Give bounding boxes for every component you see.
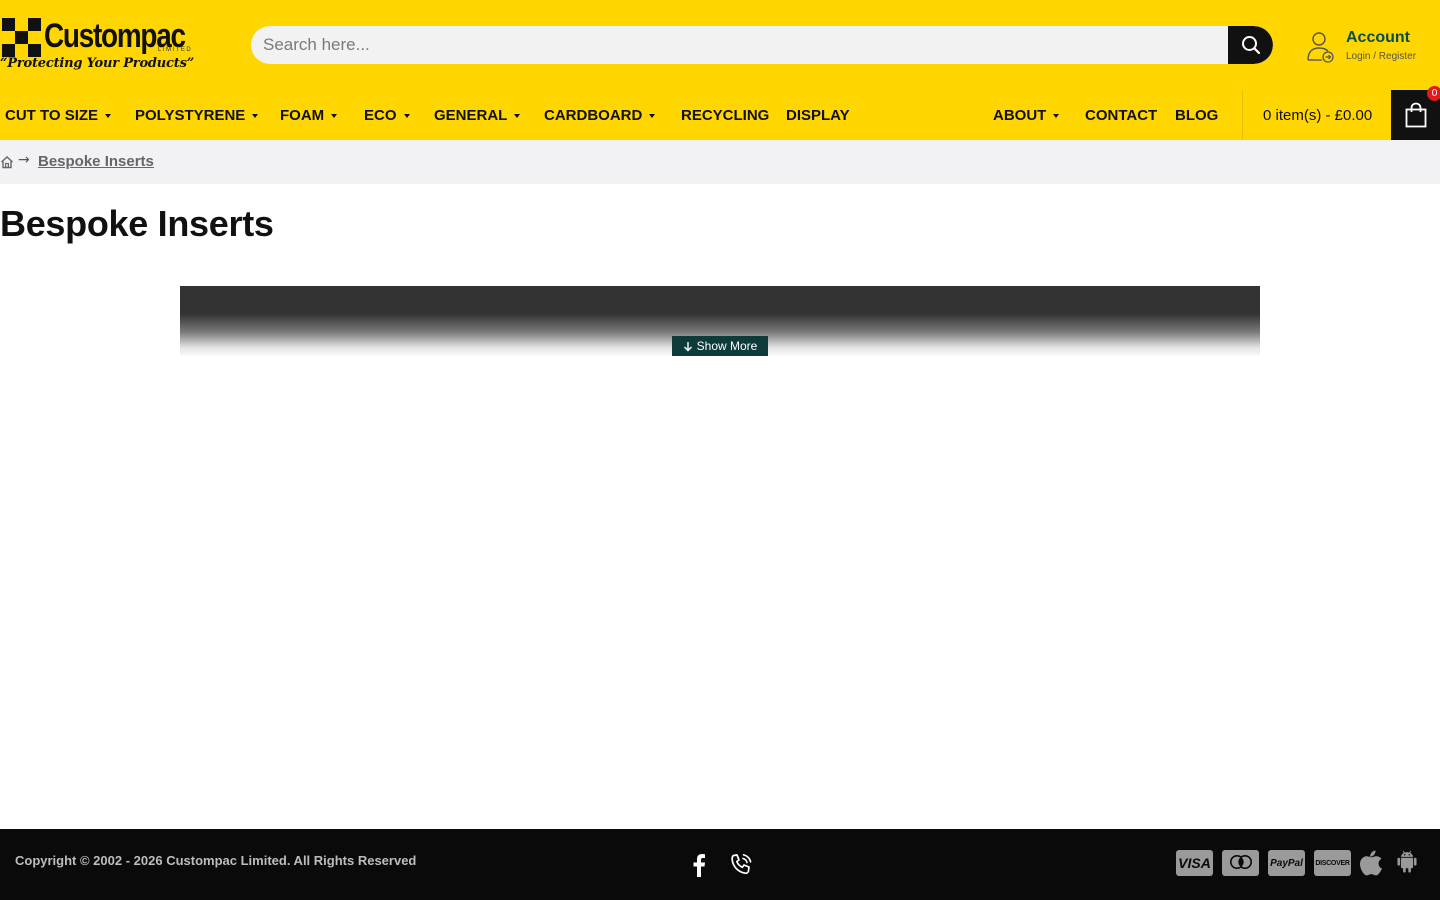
nav-item-cardboard[interactable]: CARDBOARD bbox=[544, 90, 656, 140]
logo-limited-text: LIMITED bbox=[158, 47, 193, 53]
show-more-button[interactable]: Show More bbox=[672, 336, 768, 356]
site-footer: Copyright © 2002 - 2026 Custompac Limite… bbox=[0, 829, 1440, 900]
cart-count-badge: 0 bbox=[1427, 86, 1440, 101]
login-register-link[interactable]: Login / Register bbox=[1346, 51, 1416, 62]
discover-icon: DISCOVER bbox=[1314, 850, 1351, 876]
site-header: Custompac LIMITED “Protecting Your Produ… bbox=[0, 0, 1440, 90]
home-icon[interactable] bbox=[0, 155, 14, 169]
breadcrumb-current-link[interactable]: Bespoke Inserts bbox=[38, 153, 154, 170]
nav-item-label: CARDBOARD bbox=[544, 106, 643, 124]
nav-item-cut-to-size[interactable]: CUT TO SIZE bbox=[5, 90, 112, 140]
caret-down-icon bbox=[514, 113, 521, 118]
facebook-icon[interactable] bbox=[692, 853, 706, 877]
android-icon bbox=[1397, 850, 1417, 873]
nav-item-blog[interactable]: BLOG bbox=[1175, 90, 1218, 140]
arrow-right-icon: → bbox=[18, 152, 30, 168]
caret-down-icon bbox=[252, 113, 259, 118]
caret-down-icon bbox=[331, 113, 338, 118]
breadcrumb: → Bespoke Inserts bbox=[0, 140, 1440, 184]
nav-item-label: CUT TO SIZE bbox=[5, 106, 99, 124]
mastercard-icon bbox=[1222, 850, 1259, 876]
visa-icon: VISA bbox=[1176, 850, 1213, 876]
logo-checker-icon bbox=[2, 18, 42, 58]
nav-item-label: FOAM bbox=[280, 106, 325, 124]
logo-tagline: “Protecting Your Products” bbox=[0, 56, 194, 71]
nav-item-label: POLYSTYRENE bbox=[135, 106, 246, 124]
caret-down-icon bbox=[105, 113, 112, 118]
apple-icon bbox=[1360, 850, 1382, 876]
nav-item-contact[interactable]: CONTACT bbox=[1085, 90, 1157, 140]
caret-down-icon bbox=[403, 113, 410, 118]
nav-item-about[interactable]: ABOUT bbox=[993, 90, 1060, 140]
nav-item-label: GENERAL bbox=[434, 106, 508, 124]
nav-item-general[interactable]: GENERAL bbox=[434, 90, 521, 140]
nav-item-label: ECO bbox=[364, 106, 397, 124]
caret-down-icon bbox=[649, 113, 656, 118]
nav-divider bbox=[1242, 90, 1243, 140]
account-link[interactable]: Account Login / Register bbox=[1306, 28, 1436, 68]
phone-icon[interactable] bbox=[729, 853, 753, 877]
search-button[interactable] bbox=[1228, 26, 1273, 64]
nav-item-polystyrene[interactable]: POLYSTYRENE bbox=[135, 90, 259, 140]
copyright-text: Copyright © 2002 - 2026 Custompac Limite… bbox=[15, 853, 417, 868]
shopping-bag-icon bbox=[1405, 102, 1426, 128]
search-bar bbox=[251, 26, 1273, 64]
nav-item-eco[interactable]: ECO bbox=[364, 90, 410, 140]
search-icon bbox=[1241, 36, 1260, 55]
nav-item-label: BLOG bbox=[1175, 106, 1219, 124]
caret-down-icon bbox=[1053, 113, 1060, 118]
paypal-icon: PayPal bbox=[1268, 850, 1305, 876]
arrow-down-icon bbox=[683, 341, 692, 351]
user-icon bbox=[1307, 32, 1334, 63]
nav-item-foam[interactable]: FOAM bbox=[280, 90, 338, 140]
account-title: Account bbox=[1346, 29, 1410, 46]
nav-item-label: ABOUT bbox=[993, 106, 1047, 124]
nav-item-label: RECYCLING bbox=[681, 106, 770, 124]
nav-item-label: DISPLAY bbox=[786, 106, 850, 124]
custompac-logo[interactable]: Custompac LIMITED “Protecting Your Produ… bbox=[0, 14, 205, 76]
nav-item-display[interactable]: DISPLAY bbox=[786, 90, 850, 140]
nav-item-recycling[interactable]: RECYCLING bbox=[681, 90, 769, 140]
cart-summary[interactable]: 0 item(s) - £0.00 bbox=[1263, 90, 1372, 140]
page-title: Bespoke Inserts bbox=[0, 203, 274, 244]
nav-item-label: CONTACT bbox=[1085, 106, 1158, 124]
search-input[interactable] bbox=[251, 26, 1228, 64]
main-nav: CUT TO SIZE POLYSTYRENE FOAM ECO GENERAL… bbox=[0, 86, 1440, 140]
show-more-label: Show More bbox=[696, 339, 758, 353]
